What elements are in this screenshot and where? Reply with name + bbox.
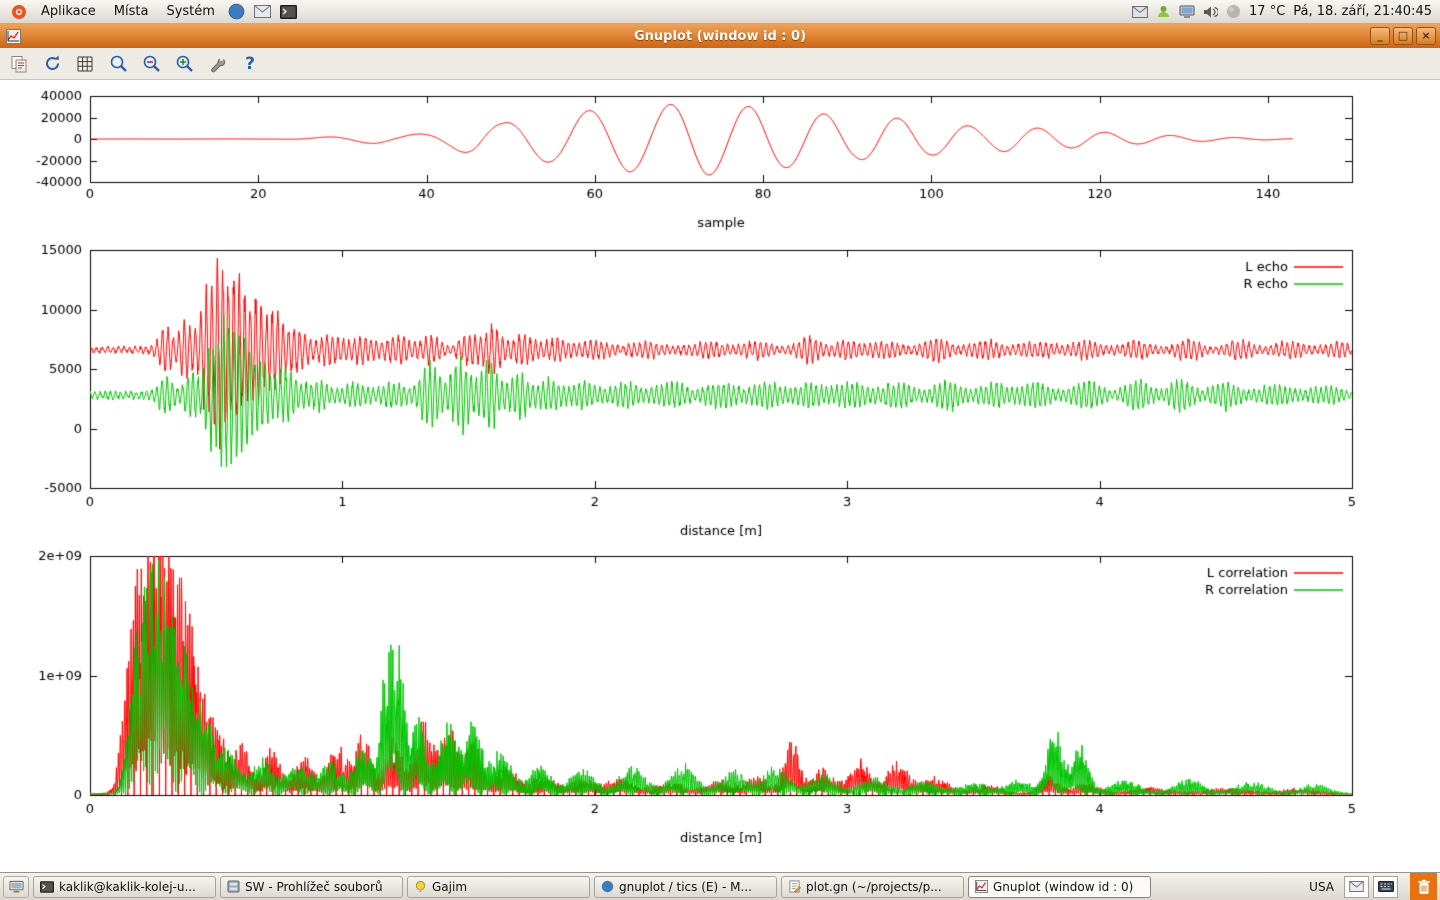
gnuplot-canvas[interactable] xyxy=(0,80,1440,872)
taskbar-item-terminal[interactable]: kaklik@kaklik-kolej-u... xyxy=(33,876,216,898)
window-titlebar[interactable]: Gnuplot (window id : 0) _ □ × xyxy=(0,24,1440,48)
autoscale-icon[interactable] xyxy=(171,51,197,77)
desktop: Aplikace Místa Systém xyxy=(0,0,1440,900)
weather-icon[interactable] xyxy=(1226,4,1241,19)
menu-system[interactable]: Systém xyxy=(157,2,223,21)
window-controls: _ □ × xyxy=(1370,27,1436,45)
taskbar-item-label: Gajim xyxy=(432,880,467,894)
taskbar-item-editor[interactable]: plot.gn (~/projects/p... xyxy=(781,876,964,898)
mail-notifier-icon[interactable] xyxy=(1344,876,1369,898)
taskbar-item-gnuplot[interactable]: Gnuplot (window id : 0) xyxy=(968,876,1151,898)
taskbar-item-label: gnuplot / tics (E) - M... xyxy=(619,880,752,894)
keyboard-tray-icon[interactable] xyxy=(1373,876,1398,898)
menu-applications[interactable]: Aplikace xyxy=(32,2,105,21)
volume-tray-icon[interactable] xyxy=(1203,5,1218,19)
taskbar-item-label: kaklik@kaklik-kolej-u... xyxy=(59,880,196,894)
taskbar-item-firefox[interactable]: gnuplot / tics (E) - M... xyxy=(594,876,777,898)
menu-places[interactable]: Místa xyxy=(105,2,158,21)
show-desktop-button[interactable] xyxy=(3,876,29,898)
grid-icon[interactable] xyxy=(72,51,98,77)
taskbar-item-label: plot.gn (~/projects/p... xyxy=(806,880,942,894)
mail-tray-icon[interactable] xyxy=(1132,6,1148,18)
taskbar-item-file-browser[interactable]: SW - Prohlížeč souborů xyxy=(220,876,403,898)
zoom-previous-icon[interactable] xyxy=(105,51,131,77)
user-tray-icon[interactable] xyxy=(1156,4,1171,19)
taskbar-item-label: SW - Prohlížeč souborů xyxy=(245,880,383,894)
trash-icon[interactable] xyxy=(1410,873,1437,900)
copy-icon[interactable] xyxy=(6,51,32,77)
mail-icon[interactable] xyxy=(251,1,275,23)
terminal-icon[interactable] xyxy=(277,1,301,23)
gnuplot-toolbar: ? xyxy=(0,48,1440,80)
gnuplot-window-icon xyxy=(4,27,22,45)
maximize-button[interactable]: □ xyxy=(1393,27,1413,45)
help-icon[interactable]: ? xyxy=(237,51,263,77)
window-title: Gnuplot (window id : 0) xyxy=(0,29,1440,44)
minimize-button[interactable]: _ xyxy=(1370,27,1390,45)
top-panel: Aplikace Místa Systém xyxy=(0,0,1440,24)
close-button[interactable]: × xyxy=(1416,27,1436,45)
clock-label[interactable]: Pá, 18. září, 21:40:45 xyxy=(1293,4,1432,19)
settings-icon[interactable] xyxy=(204,51,230,77)
temperature-label[interactable]: 17 °C xyxy=(1249,4,1285,19)
display-tray-icon[interactable] xyxy=(1179,5,1195,19)
taskbar-item-label: Gnuplot (window id : 0) xyxy=(993,880,1133,894)
keyboard-layout-indicator[interactable]: USA xyxy=(1303,880,1340,894)
replot-icon[interactable] xyxy=(39,51,65,77)
zoom-next-icon[interactable] xyxy=(138,51,164,77)
system-tray: 17 °C Pá, 18. září, 21:40:45 xyxy=(1132,4,1434,19)
taskbar-item-gajim[interactable]: Gajim xyxy=(407,876,590,898)
help-glyph: ? xyxy=(245,54,255,74)
ubuntu-logo-icon[interactable] xyxy=(7,1,31,23)
firefox-icon[interactable] xyxy=(225,1,249,23)
plot-area xyxy=(0,80,1440,872)
taskbar: kaklik@kaklik-kolej-u... SW - Prohlížeč … xyxy=(0,872,1440,900)
